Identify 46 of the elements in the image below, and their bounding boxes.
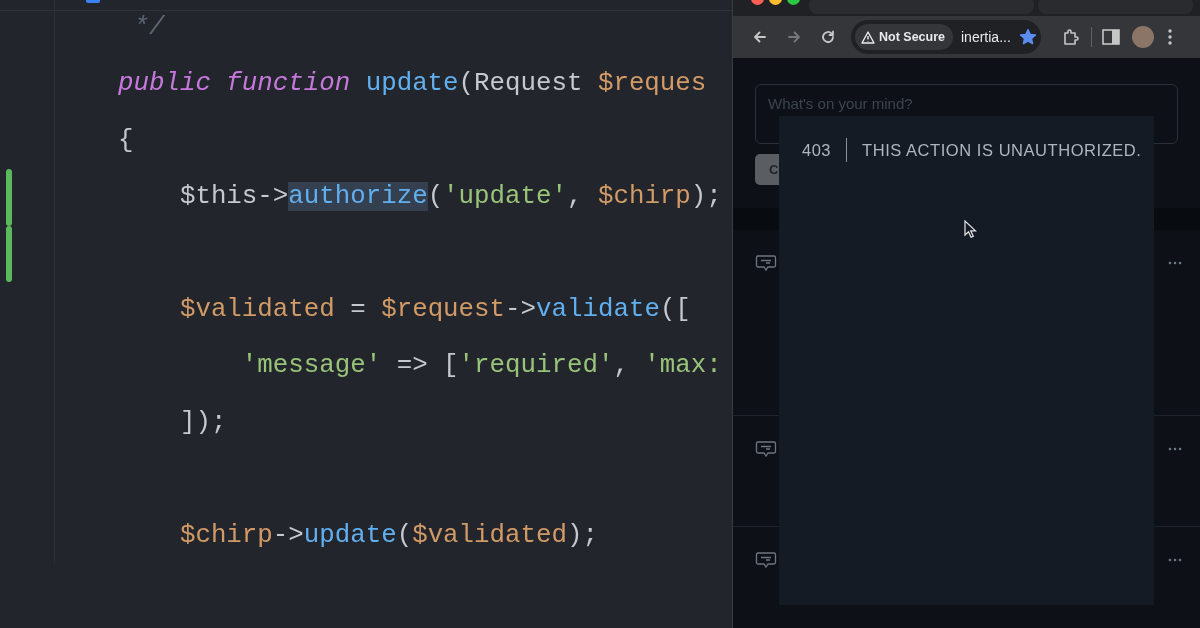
code-token: public function — [118, 69, 351, 99]
code-token: -> — [272, 520, 304, 550]
more-options-icon[interactable] — [1168, 447, 1182, 451]
code-token: $chirp — [178, 520, 273, 550]
code-token: ( — [396, 520, 413, 550]
code-token: ); — [690, 182, 722, 212]
url-text: inertia... — [961, 29, 1011, 45]
side-panel-icon[interactable] — [1102, 29, 1120, 45]
code-token: 'max: — [644, 351, 722, 381]
cursor-icon — [964, 220, 977, 238]
security-chip[interactable]: Not Secure — [855, 24, 953, 50]
code-token: update — [303, 520, 397, 550]
more-options-icon[interactable] — [1168, 261, 1182, 265]
reload-icon — [819, 28, 837, 46]
profile-avatar[interactable] — [1132, 26, 1154, 48]
puzzle-icon[interactable] — [1061, 27, 1081, 47]
code-token: 'update' — [443, 182, 567, 212]
code-token: = — [349, 294, 367, 324]
code-token: $validated — [412, 520, 567, 550]
code-token: update — [364, 69, 459, 99]
code-token: $chirp — [597, 182, 691, 212]
code-token: ( — [427, 182, 444, 212]
code-token: $reques — [597, 69, 707, 99]
code-token: , — [613, 351, 630, 381]
code-token: => [ — [395, 351, 459, 381]
more-options-icon[interactable] — [1168, 558, 1182, 562]
code-token: ); — [566, 520, 598, 550]
code-token: $validated — [178, 294, 335, 324]
code-token: $this-> — [178, 182, 289, 212]
code-token: 'required' — [458, 351, 614, 381]
code-token: $request — [381, 294, 506, 324]
address-bar[interactable]: Not Secure inertia... — [851, 20, 1041, 54]
code-token: 'message' — [240, 351, 382, 381]
code-token: { — [118, 125, 134, 155]
code-token: , — [566, 182, 584, 212]
warning-icon — [861, 30, 875, 44]
selected-code-token: authorize — [288, 182, 428, 212]
code-token: */ — [132, 13, 165, 42]
fold-marker-icon[interactable] — [86, 0, 100, 3]
code-token: ([ — [659, 294, 691, 324]
code-token: validate — [536, 294, 660, 324]
bookmark-star-icon[interactable] — [1018, 28, 1037, 46]
menu-icon[interactable] — [1168, 29, 1172, 45]
code-token: -> — [505, 294, 536, 324]
code-token: (Request — [458, 69, 584, 99]
code-token: ]); — [178, 407, 227, 437]
